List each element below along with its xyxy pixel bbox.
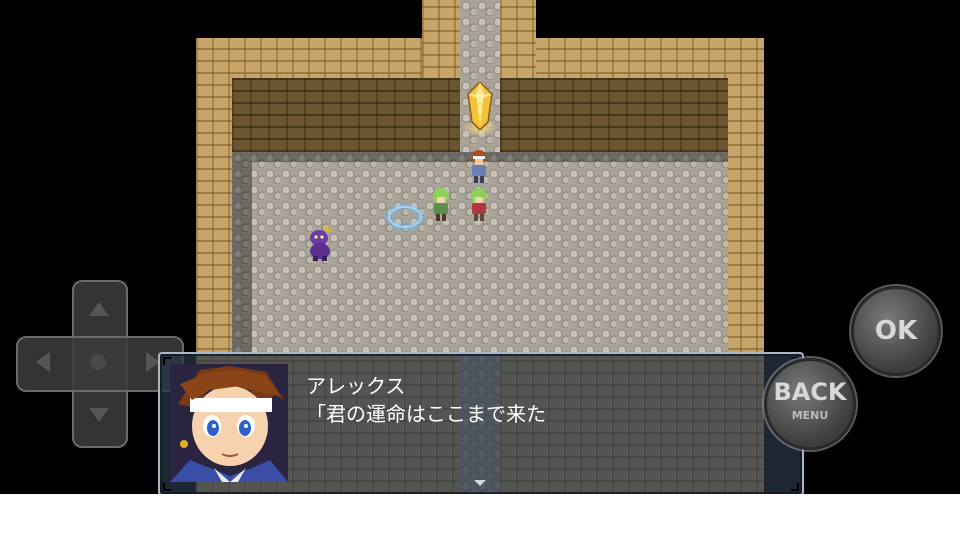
demon-sprite[interactable] [304,222,336,262]
back-label: BACK [773,378,847,406]
triangle-down-icon [474,480,486,486]
back-wall-left [232,78,460,152]
elf-sprite-1[interactable] [428,186,454,222]
game-screen[interactable]: OK アレックス 「君の運命はここまで来た BACK MENU [0,0,960,494]
ok-label: OK [874,316,918,346]
dialogue-text: 「君の運命はここまで来た [306,402,546,426]
floor-shadow-left [232,152,252,352]
speaker-portrait [170,364,288,482]
crystal-icon[interactable] [466,82,494,130]
back-wall-right [500,78,728,152]
corner-br [791,483,799,491]
hero-sprite[interactable] [466,148,492,184]
corridor-floor [460,0,500,160]
dpad-down-button[interactable] [89,408,109,422]
corner-bl [163,483,171,491]
dpad-up-button[interactable] [89,302,109,316]
wall-corridor-left [422,0,460,80]
ok-button[interactable]: OK [851,286,941,376]
back-button[interactable]: BACK MENU [764,358,856,450]
magic-circle-icon[interactable] [388,206,422,228]
menu-label: MENU [791,409,829,422]
message-window[interactable]: アレックス 「君の運命はここまで来た [158,352,804,494]
dpad-left-button[interactable] [36,352,50,372]
elf-sprite-2[interactable] [466,186,492,222]
dpad-center [90,354,106,370]
wall-corridor-right [500,0,536,80]
speaker-name: アレックス [306,374,406,398]
